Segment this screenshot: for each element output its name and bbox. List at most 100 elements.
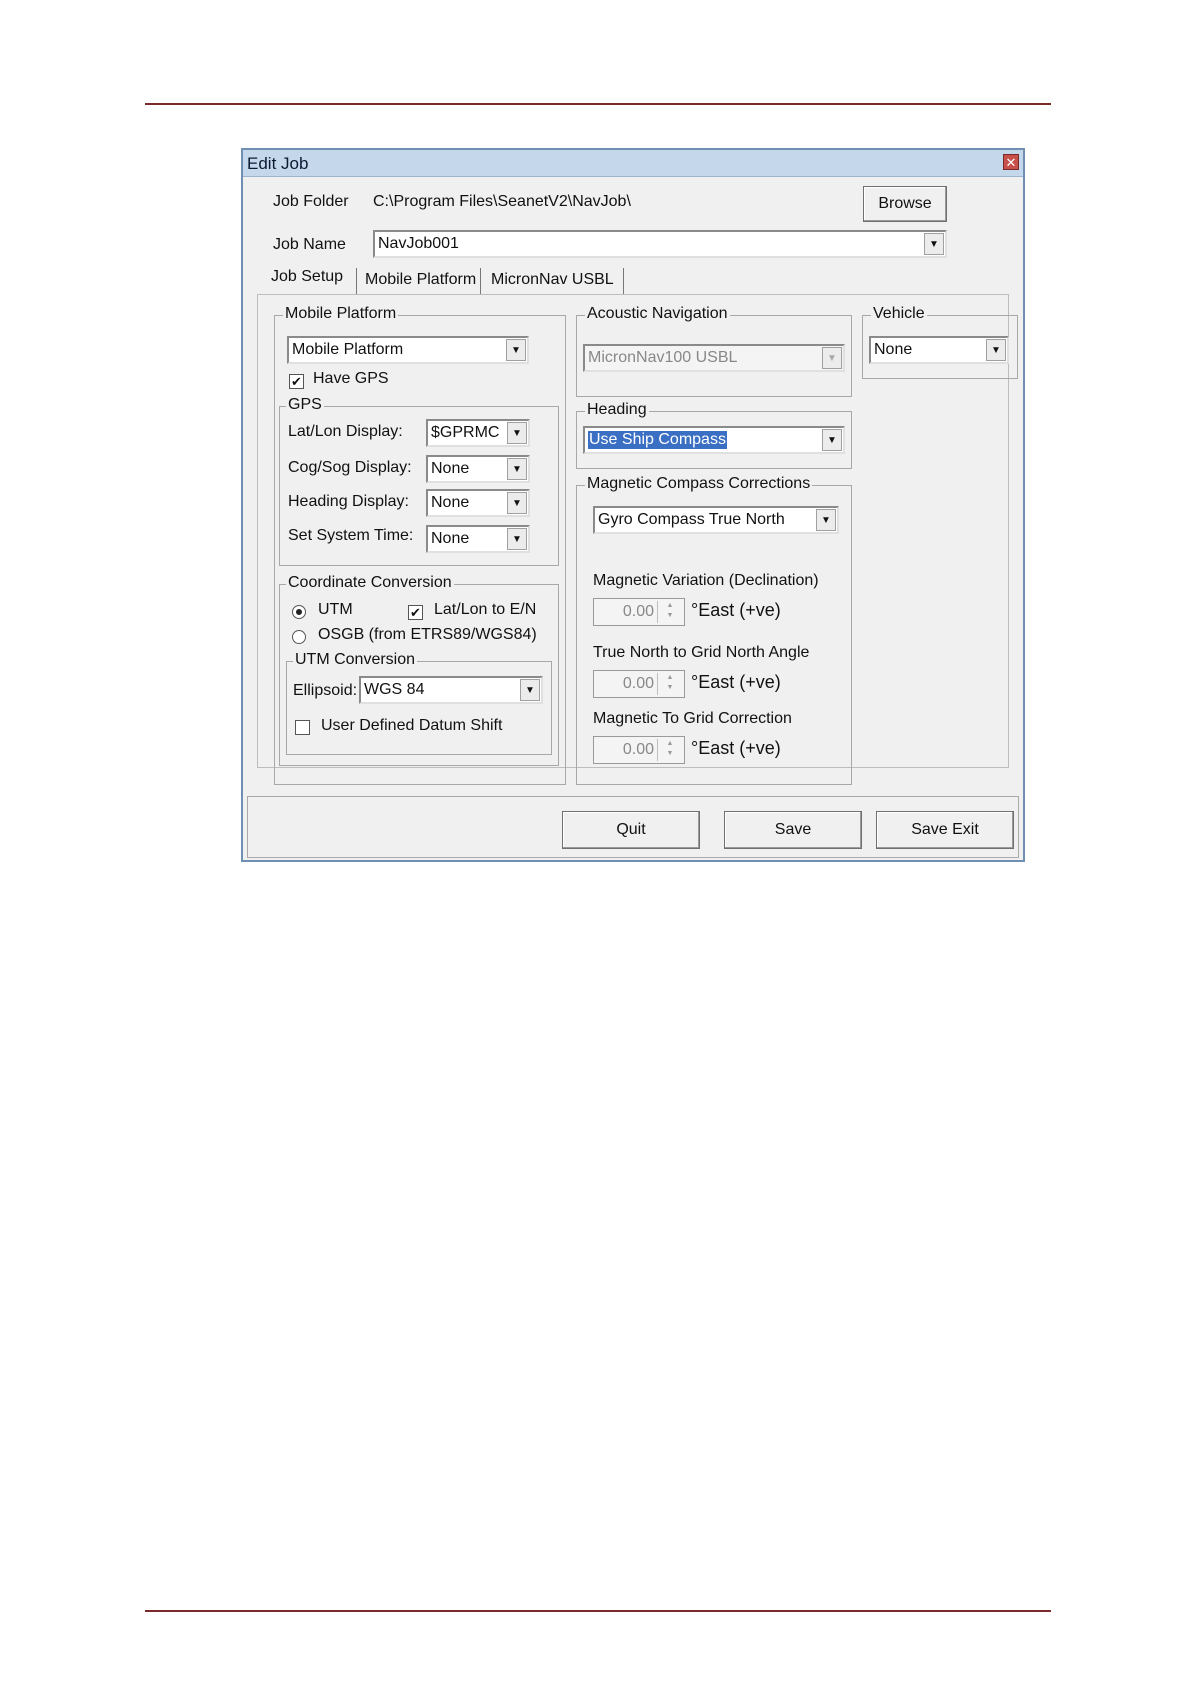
job-setup-panel: Mobile Platform Mobile Platform ▼ ✔ Have… bbox=[257, 294, 1018, 785]
magnetic-compass-group: Magnetic Compass Corrections Gyro Compas… bbox=[576, 475, 852, 785]
gps-group: GPS Lat/Lon Display: $GPRMC ▼ Cog/Sog Di… bbox=[279, 396, 559, 566]
magnetic-variation-unit: °East (+ve) bbox=[691, 600, 781, 620]
ellipsoid-value: WGS 84 bbox=[364, 681, 425, 698]
chevron-down-icon[interactable]: ▼ bbox=[986, 339, 1006, 361]
osgb-label: OSGB (from ETRS89/WGS84) bbox=[318, 626, 537, 643]
chevron-down-icon[interactable]: ▼ bbox=[507, 422, 527, 444]
mobile-platform-value: Mobile Platform bbox=[292, 341, 404, 358]
mobile-platform-group: Mobile Platform Mobile Platform ▼ ✔ Have… bbox=[274, 305, 566, 785]
acoustic-navigation-group: Acoustic Navigation MicronNav100 USBL ▼ bbox=[576, 305, 852, 397]
set-system-time-select[interactable]: None ▼ bbox=[426, 525, 530, 553]
chevron-down-icon[interactable]: ▼ bbox=[520, 679, 540, 701]
cog-sog-display-label: Cog/Sog Display: bbox=[288, 459, 412, 476]
heading-caption: Heading bbox=[585, 401, 649, 419]
chevron-down-icon[interactable]: ▼ bbox=[924, 233, 944, 255]
magnetic-grid-correction-unit: °East (+ve) bbox=[691, 738, 781, 758]
set-system-time-value: None bbox=[431, 530, 470, 547]
job-name-value: NavJob001 bbox=[378, 235, 459, 252]
heading-select[interactable]: Use Ship Compass ▼ bbox=[583, 426, 845, 454]
ellipsoid-select[interactable]: WGS 84 ▼ bbox=[359, 676, 543, 704]
browse-button[interactable]: Browse bbox=[863, 186, 947, 222]
spin-down-icon[interactable]: ▼ bbox=[667, 612, 674, 619]
magnetic-mode-value: Gyro Compass True North bbox=[598, 511, 785, 528]
spin-arrows-icon[interactable]: ▲ ▼ bbox=[657, 673, 682, 695]
chevron-down-icon[interactable]: ▼ bbox=[822, 347, 842, 369]
acoustic-navigation-select[interactable]: MicronNav100 USBL ▼ bbox=[583, 344, 845, 372]
chevron-down-icon[interactable]: ▼ bbox=[822, 429, 842, 451]
tab-mobile-platform[interactable]: Mobile Platform bbox=[365, 271, 476, 289]
user-defined-datum-checkbox[interactable] bbox=[295, 720, 310, 735]
true-north-grid-value: 0.00 bbox=[622, 675, 654, 692]
magnetic-grid-correction-label: Magnetic To Grid Correction bbox=[593, 710, 792, 727]
have-gps-checkbox[interactable]: ✔ bbox=[289, 374, 304, 389]
save-button[interactable]: Save bbox=[724, 811, 862, 849]
mobile-platform-caption: Mobile Platform bbox=[283, 305, 399, 323]
have-gps-label: Have GPS bbox=[313, 370, 389, 387]
lat-lon-display-select[interactable]: $GPRMC ▼ bbox=[426, 419, 530, 447]
heading-value: Use Ship Compass bbox=[588, 431, 727, 449]
magnetic-mode-select[interactable]: Gyro Compass True North ▼ bbox=[593, 506, 839, 534]
chevron-down-icon[interactable]: ▼ bbox=[816, 509, 836, 531]
utm-radio[interactable] bbox=[292, 605, 306, 619]
vehicle-select[interactable]: None ▼ bbox=[869, 336, 1009, 364]
vehicle-caption: Vehicle bbox=[871, 305, 927, 323]
job-folder-value: C:\Program Files\SeanetV2\NavJob\ bbox=[373, 193, 631, 210]
close-icon[interactable]: ✕ bbox=[1003, 154, 1019, 170]
spin-up-icon[interactable]: ▲ bbox=[667, 602, 674, 609]
chevron-down-icon[interactable]: ▼ bbox=[507, 458, 527, 480]
gps-caption: GPS bbox=[286, 396, 324, 414]
tab-separator bbox=[480, 268, 481, 294]
button-bar: Quit Save Save Exit bbox=[247, 796, 1019, 858]
spin-arrows-icon[interactable]: ▲ ▼ bbox=[657, 739, 682, 761]
coordinate-conversion-group: Coordinate Conversion UTM ✔ Lat/Lon to E… bbox=[279, 574, 559, 766]
coordinate-conversion-caption: Coordinate Conversion bbox=[286, 574, 454, 592]
save-exit-button[interactable]: Save Exit bbox=[876, 811, 1014, 849]
chevron-down-icon[interactable]: ▼ bbox=[507, 492, 527, 514]
tab-micronnav-usbl[interactable]: MicronNav USBL bbox=[491, 271, 614, 289]
job-folder-label: Job Folder bbox=[273, 193, 349, 210]
utm-conversion-caption: UTM Conversion bbox=[293, 651, 418, 669]
latlon-to-en-checkbox[interactable]: ✔ bbox=[408, 605, 423, 620]
quit-button[interactable]: Quit bbox=[562, 811, 700, 849]
magnetic-variation-stepper[interactable]: 0.00 ▲ ▼ bbox=[593, 598, 685, 626]
radio-dot bbox=[296, 609, 302, 615]
page-header-rule bbox=[145, 103, 1051, 105]
user-defined-datum-label: User Defined Datum Shift bbox=[321, 717, 503, 734]
magnetic-grid-correction-value: 0.00 bbox=[622, 741, 654, 758]
dialog-title: Edit Job bbox=[247, 154, 309, 173]
job-name-label: Job Name bbox=[273, 236, 346, 253]
acoustic-navigation-value: MicronNav100 USBL bbox=[588, 349, 738, 366]
spin-down-icon[interactable]: ▼ bbox=[667, 684, 674, 691]
utm-label: UTM bbox=[318, 601, 353, 618]
lat-lon-display-value: $GPRMC bbox=[431, 424, 500, 441]
spin-down-icon[interactable]: ▼ bbox=[667, 750, 674, 757]
spin-up-icon[interactable]: ▲ bbox=[667, 674, 674, 681]
heading-display-value: None bbox=[431, 494, 470, 511]
magnetic-grid-correction-stepper[interactable]: 0.00 ▲ ▼ bbox=[593, 736, 685, 764]
title-bar: Edit Job ✕ bbox=[243, 150, 1023, 177]
mobile-platform-select[interactable]: Mobile Platform ▼ bbox=[287, 336, 529, 364]
cog-sog-display-select[interactable]: None ▼ bbox=[426, 455, 530, 483]
chevron-down-icon[interactable]: ▼ bbox=[507, 528, 527, 550]
magnetic-variation-value: 0.00 bbox=[622, 603, 654, 620]
chevron-down-icon[interactable]: ▼ bbox=[506, 339, 526, 361]
vehicle-group: Vehicle None ▼ bbox=[862, 305, 1018, 379]
heading-display-label: Heading Display: bbox=[288, 493, 409, 510]
spin-arrows-icon[interactable]: ▲ ▼ bbox=[657, 601, 682, 623]
true-north-grid-unit: °East (+ve) bbox=[691, 672, 781, 692]
magnetic-variation-label: Magnetic Variation (Declination) bbox=[593, 572, 819, 589]
cog-sog-display-value: None bbox=[431, 460, 470, 477]
true-north-grid-stepper[interactable]: 0.00 ▲ ▼ bbox=[593, 670, 685, 698]
set-system-time-label: Set System Time: bbox=[288, 527, 414, 544]
magnetic-compass-caption: Magnetic Compass Corrections bbox=[585, 475, 813, 493]
spin-up-icon[interactable]: ▲ bbox=[667, 740, 674, 747]
tab-job-setup[interactable]: Job Setup bbox=[271, 268, 343, 286]
job-name-combo[interactable]: NavJob001 ▼ bbox=[373, 230, 947, 258]
osgb-radio[interactable] bbox=[292, 630, 306, 644]
acoustic-navigation-caption: Acoustic Navigation bbox=[585, 305, 730, 323]
edit-job-dialog: Edit Job ✕ Job Folder C:\Program Files\S… bbox=[241, 148, 1025, 862]
tab-separator bbox=[356, 268, 357, 294]
heading-display-select[interactable]: None ▼ bbox=[426, 489, 530, 517]
lat-lon-display-label: Lat/Lon Display: bbox=[288, 423, 403, 440]
true-north-grid-label: True North to Grid North Angle bbox=[593, 644, 810, 661]
